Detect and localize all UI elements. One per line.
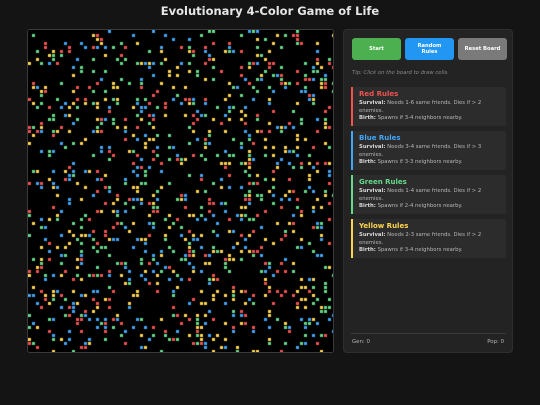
rule-title-red: Red Rules: [359, 90, 399, 98]
birth-text: Spawns if 3-4 neighbors nearby.: [377, 115, 463, 121]
control-panel: Start Random Rules Reset Board Tip: Clic…: [343, 29, 513, 353]
start-button[interactable]: Start: [352, 38, 401, 60]
rule-birth-red: Birth: Spawns if 3-4 neighbors nearby.: [359, 115, 501, 123]
generation-counter: Gen: 0: [352, 339, 370, 345]
pop-value: 0: [500, 339, 504, 345]
birth-label: Birth:: [359, 159, 376, 165]
tip-text: Tip: Click on the board to draw cells.: [352, 70, 449, 76]
population-counter: Pop: 0: [487, 339, 504, 345]
survival-label: Survival:: [359, 100, 386, 106]
rule-card-blue: Blue Rules Survival: Needs 3-4 same frie…: [351, 131, 506, 170]
gen-label: Gen:: [352, 339, 365, 345]
rule-birth-blue: Birth: Spawns if 3-3 neighbors nearby.: [359, 159, 501, 167]
rule-title-blue: Blue Rules: [359, 134, 401, 142]
birth-label: Birth:: [359, 203, 376, 209]
rule-survival-blue: Survival: Needs 3-4 same friends. Dies i…: [359, 144, 501, 159]
rule-birth-green: Birth: Spawns if 2-4 neighbors nearby.: [359, 203, 501, 211]
birth-label: Birth:: [359, 247, 376, 253]
birth-text: Spawns if 3-4 neighbors nearby.: [377, 247, 463, 253]
rule-birth-yellow: Birth: Spawns if 3-4 neighbors nearby.: [359, 247, 501, 255]
random-rules-button[interactable]: Random Rules: [405, 38, 454, 60]
survival-label: Survival:: [359, 188, 386, 194]
survival-label: Survival:: [359, 144, 386, 150]
stats-divider: [351, 333, 506, 334]
birth-text: Spawns if 2-4 neighbors nearby.: [377, 203, 463, 209]
pop-label: Pop:: [487, 339, 499, 345]
page-title: Evolutionary 4-Color Game of Life: [160, 4, 380, 18]
rule-title-green: Green Rules: [359, 178, 407, 186]
game-board[interactable]: [27, 29, 334, 353]
button-row: Start Random Rules Reset Board: [352, 38, 507, 60]
rule-survival-green: Survival: Needs 1-4 same friends. Dies i…: [359, 188, 501, 203]
board-canvas[interactable]: [28, 30, 333, 352]
rule-card-red: Red Rules Survival: Needs 1-6 same frien…: [351, 87, 506, 126]
reset-board-button[interactable]: Reset Board: [458, 38, 507, 60]
rule-survival-red: Survival: Needs 1-6 same friends. Dies i…: [359, 100, 501, 115]
birth-text: Spawns if 3-3 neighbors nearby.: [377, 159, 463, 165]
rule-card-green: Green Rules Survival: Needs 1-4 same fri…: [351, 175, 506, 214]
rule-survival-yellow: Survival: Needs 2-3 same friends. Dies i…: [359, 232, 501, 247]
survival-label: Survival:: [359, 232, 386, 238]
birth-label: Birth:: [359, 115, 376, 121]
rule-title-yellow: Yellow Rules: [359, 222, 409, 230]
rule-card-yellow: Yellow Rules Survival: Needs 2-3 same fr…: [351, 219, 506, 258]
rules-list: Red Rules Survival: Needs 1-6 same frien…: [351, 87, 506, 290]
gen-value: 0: [366, 339, 370, 345]
